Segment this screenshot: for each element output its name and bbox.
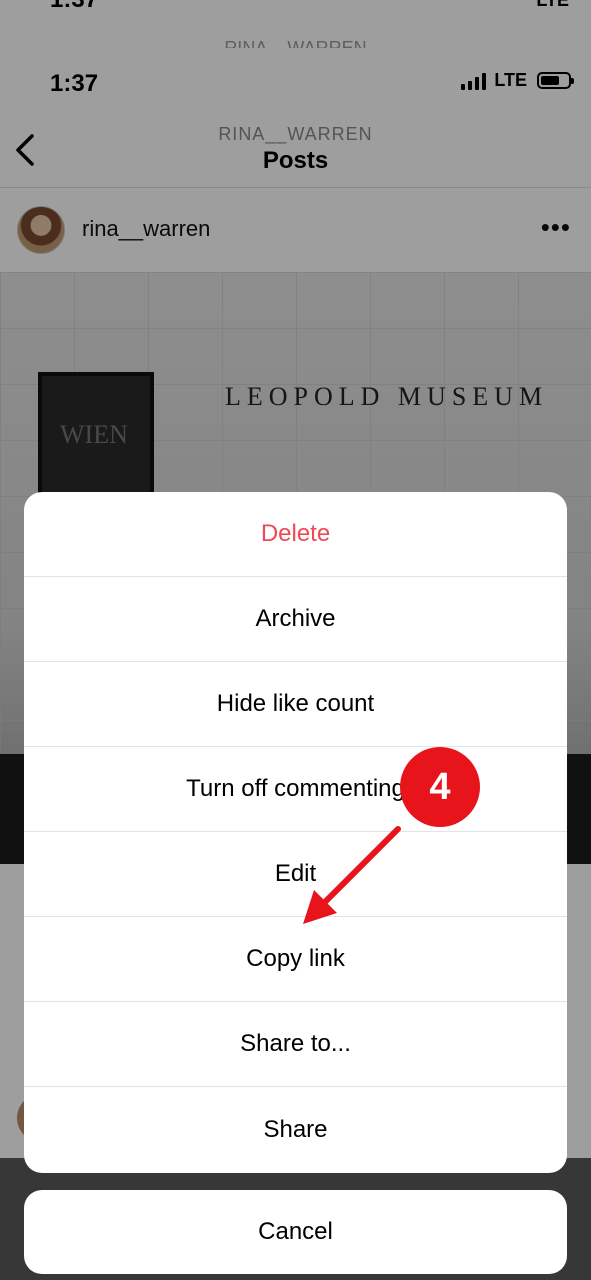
step-number-badge: 4 [400, 747, 480, 827]
share-to-button[interactable]: Share to... [24, 1002, 567, 1087]
turn-off-commenting-button[interactable]: Turn off commenting [24, 747, 567, 832]
cancel-button[interactable]: Cancel [24, 1190, 567, 1274]
action-sheet: Delete Archive Hide like count Turn off … [24, 492, 567, 1173]
hide-like-count-button[interactable]: Hide like count [24, 662, 567, 747]
delete-button[interactable]: Delete [24, 492, 567, 577]
edit-button[interactable]: Edit [24, 832, 567, 917]
copy-link-button[interactable]: Copy link [24, 917, 567, 1002]
share-button[interactable]: Share [24, 1087, 567, 1173]
archive-button[interactable]: Archive [24, 577, 567, 662]
